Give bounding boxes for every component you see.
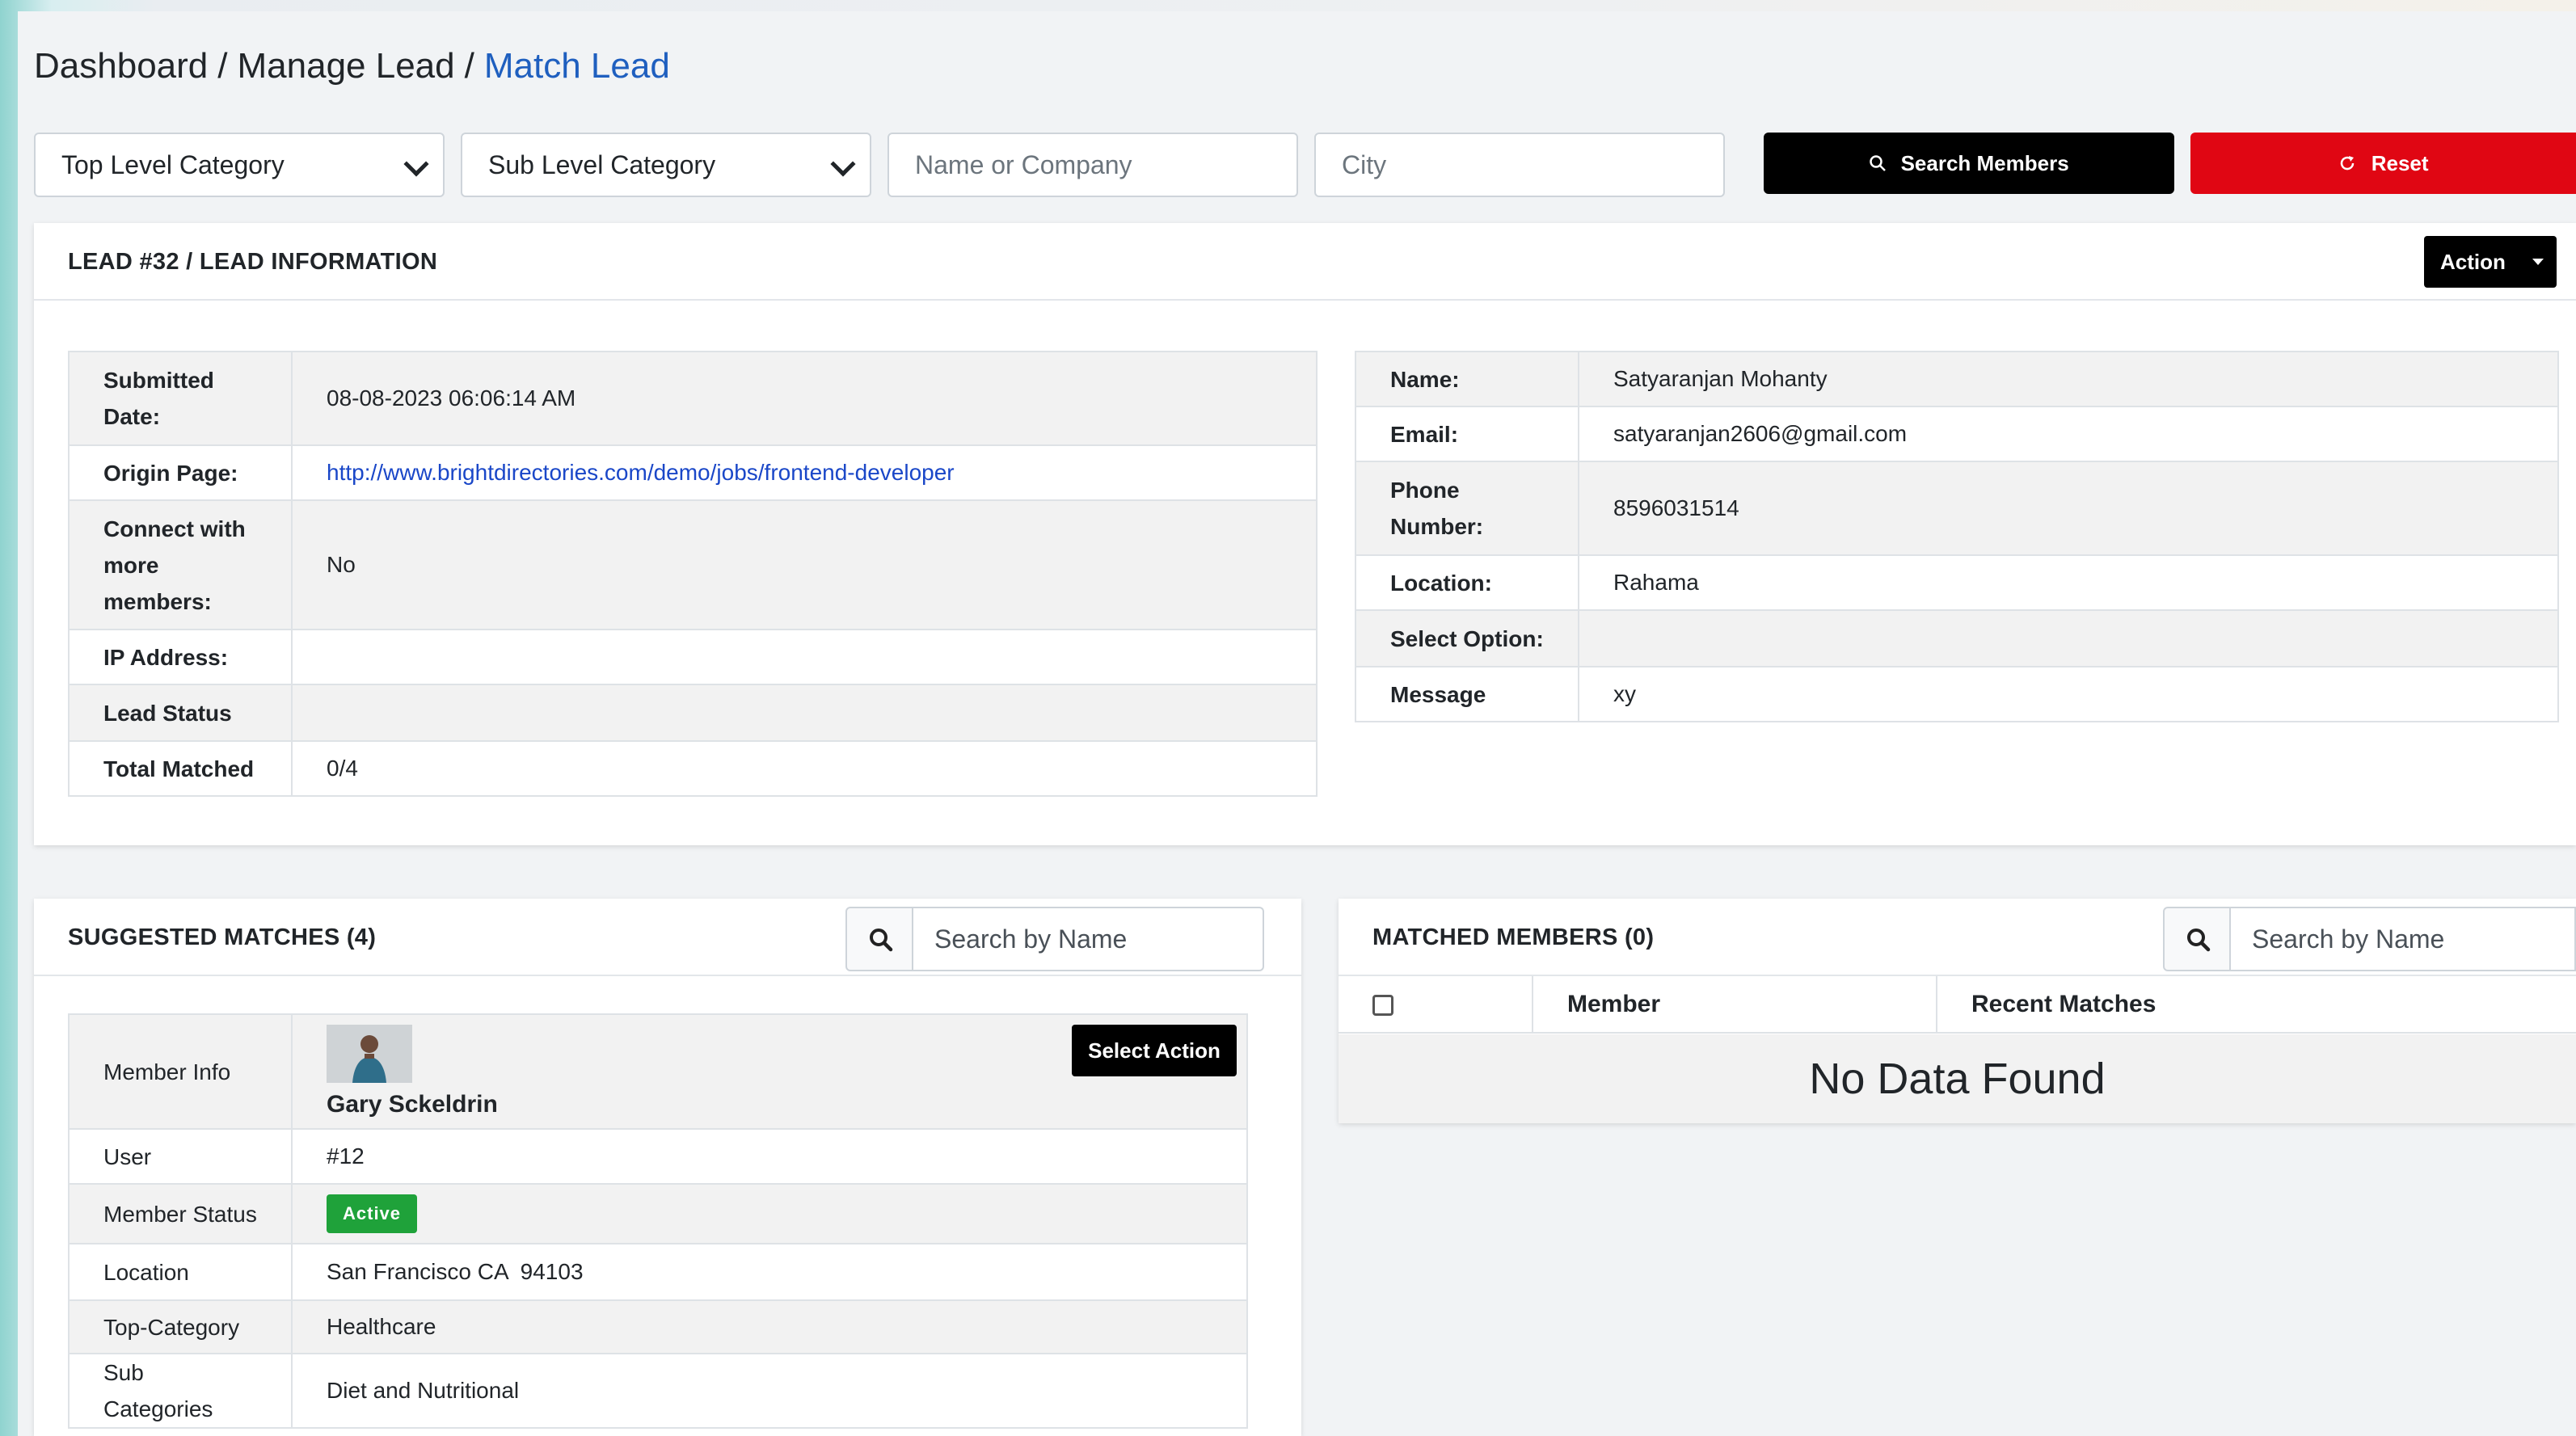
total-matched-label: Total Matched [68,740,293,797]
matched-search-group: Search by Name [2163,907,2576,971]
origin-page-label: Origin Page: [68,444,293,501]
breadcrumb-separator: / [217,46,228,86]
member-column-header[interactable]: Member [1533,976,1937,1034]
sub-categories-value: Diet and Nutritional [291,1353,1248,1429]
lead-information-card: LEAD #32 / LEAD INFORMATION Action Submi… [34,223,2576,845]
recent-matches-column-header[interactable]: Recent Matches [1937,976,2576,1034]
ip-address-value [291,629,1318,685]
phone-number-value: 8596031514 [1578,461,2559,556]
reset-label: Reset [2371,151,2429,175]
breadcrumb-manage-lead[interactable]: Manage Lead [238,46,455,86]
location-value: Rahama [1578,554,2559,611]
select-option-value [1578,609,2559,667]
select-option-label: Select Option: [1355,609,1579,667]
no-data-message: No Data Found [1339,1034,2576,1123]
suggested-matches-header: SUGGESTED MATCHES (4) Search by Name [34,899,1301,976]
submitted-date-value: 08-08-2023 06:06:14 AM [291,351,1318,446]
connect-more-members-label: Connect with more members: [68,499,293,630]
lead-status-label: Lead Status [68,684,293,742]
matched-members-title: MATCHED MEMBERS (0) [1372,924,1655,950]
member-status-label: Member Status [68,1183,293,1244]
chevron-down-icon [403,151,429,177]
lead-card-header: LEAD #32 / LEAD INFORMATION Action [34,223,2576,301]
select-all-checkbox[interactable] [1372,994,1393,1016]
matched-members-table: Member Recent Matches [1339,976,2576,1034]
breadcrumb-current[interactable]: Match Lead [484,46,670,86]
city-input[interactable]: City [1314,133,1725,197]
suggested-matches-card: SUGGESTED MATCHES (4) Search by Name Mem… [34,899,1301,1436]
top-category-label: Top-Category [68,1299,293,1354]
suggested-matches-title: SUGGESTED MATCHES (4) [68,924,377,950]
breadcrumb: Dashboard / Manage Lead / Match Lead [34,34,670,99]
name-value: Satyaranjan Mohanty [1578,351,2559,407]
name-or-company-input[interactable]: Name or Company [887,133,1298,197]
member-photo [327,1025,412,1083]
matched-members-card: MATCHED MEMBERS (0) Search by Name Membe… [1339,899,2576,1123]
breadcrumb-separator: / [464,46,474,86]
action-dropdown-button[interactable]: Action [2424,236,2557,288]
caret-down-icon [2532,259,2544,265]
name-label: Name: [1355,351,1579,407]
search-members-button[interactable]: Search Members [1764,133,2174,194]
search-icon [2187,929,2211,952]
suggested-search-input[interactable]: Search by Name [913,907,1264,971]
user-value: #12 [291,1128,1248,1185]
message-value: xy [1578,666,2559,722]
status-badge: Active [327,1194,418,1233]
connect-more-members-value: No [291,499,1318,630]
member-info-cell: Gary Sckeldrin Select Action [291,1013,1248,1130]
search-icon [1869,151,1892,175]
email-value: satyaranjan2606@gmail.com [1578,406,2559,462]
reset-button[interactable]: Reset [2190,133,2576,194]
lead-details-table: Submitted Date: 08-08-2023 06:06:14 AM Or… [68,351,1318,797]
lead-card-title: LEAD #32 / LEAD INFORMATION [68,249,438,275]
user-label: User [68,1128,293,1185]
matched-members-header: MATCHED MEMBERS (0) Search by Name [1339,899,2576,976]
location-label: Location: [1355,554,1579,611]
ip-address-label: IP Address: [68,629,293,685]
total-matched-value: 0/4 [291,740,1318,797]
select-all-header [1339,976,1533,1034]
lead-status-value [291,684,1318,742]
phone-number-label: Phone Number: [1355,461,1579,556]
top-level-category-select[interactable]: Top Level Category [34,133,445,197]
member-name[interactable]: Gary Sckeldrin [327,1091,1212,1118]
avatar[interactable] [327,1025,412,1083]
refresh-icon [2338,151,2363,175]
action-label: Action [2440,250,2506,274]
location-value: San Francisco CA 94103 [291,1243,1248,1301]
filter-bar: Top Level Category Sub Level Category Na… [34,133,2576,197]
breadcrumb-dashboard[interactable]: Dashboard [34,46,208,86]
sub-categories-label: Sub Categories [68,1353,293,1429]
top-level-category-value: Top Level Category [61,150,285,179]
search-members-label: Search Members [1900,151,2069,175]
search-icon [870,929,893,952]
suggested-search-group: Search by Name [845,907,1264,971]
suggested-member-table: Member Info Gary Sckeldrin Select Action… [68,1013,1248,1429]
submitted-date-label: Submitted Date: [68,351,293,446]
message-label: Message [1355,666,1579,722]
location-label: Location [68,1243,293,1301]
sub-level-category-select[interactable]: Sub Level Category [461,133,871,197]
chevron-down-icon [830,151,856,177]
email-label: Email: [1355,406,1579,462]
select-action-button[interactable]: Select Action [1072,1025,1237,1076]
member-info-label: Member Info [68,1013,293,1130]
top-category-value: Healthcare [291,1299,1248,1354]
origin-page-link[interactable]: http://www.brightdirectories.com/demo/jo… [327,460,955,485]
matched-search-button[interactable] [2163,907,2231,971]
lead-contact-table: Name: Satyaranjan Mohanty Email: satyaranj… [1355,351,2559,722]
page: Dashboard / Manage Lead / Match Lead Top Lev… [18,11,2576,1436]
matched-search-input[interactable]: Search by Name [2231,907,2576,971]
suggested-search-button[interactable] [845,907,913,971]
sub-level-category-value: Sub Level Category [488,150,716,179]
